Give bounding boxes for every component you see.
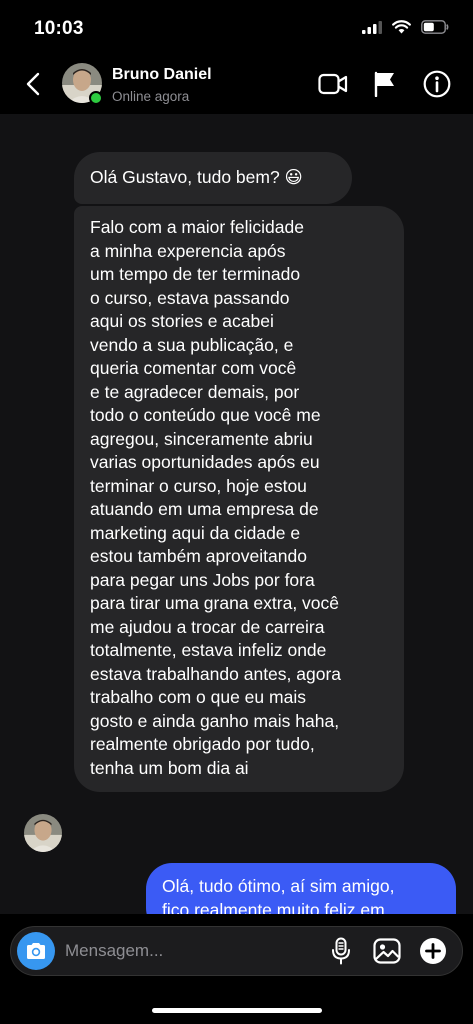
message-text: varias oportunidades após eu bbox=[90, 452, 320, 472]
contact-name[interactable]: Bruno Daniel bbox=[112, 66, 212, 84]
message-text: Falo com a maior felicidade bbox=[90, 217, 304, 237]
message-text: queria comentar com você bbox=[90, 358, 297, 378]
message-text: realmente obrigado por tudo, bbox=[90, 734, 315, 754]
message-composer bbox=[10, 926, 463, 976]
gallery-icon bbox=[373, 938, 401, 964]
chat-header: Bruno Daniel Online agora bbox=[0, 56, 473, 114]
message-text: aqui os stories e acabei bbox=[90, 311, 274, 331]
avatar-image bbox=[24, 814, 62, 852]
camera-icon bbox=[27, 943, 45, 959]
message-bubble-incoming[interactable]: Olá Gustavo, tudo bem? 😃 bbox=[74, 152, 352, 204]
status-bar: 10:03 bbox=[0, 0, 473, 56]
contact-status: Online agora bbox=[112, 89, 190, 104]
message-text: estava trabalhando antes, agora bbox=[90, 663, 342, 684]
flag-icon bbox=[374, 71, 394, 97]
message-text: me ajudou a trocar de carreira bbox=[90, 616, 325, 637]
chevron-left-icon bbox=[26, 72, 40, 96]
message-text: trabalho com o que eu mais bbox=[90, 687, 306, 707]
message-text: atuando em uma empresa de bbox=[90, 499, 319, 519]
info-button[interactable] bbox=[421, 68, 453, 100]
composer-actions bbox=[326, 936, 448, 966]
home-indicator[interactable] bbox=[152, 1008, 322, 1013]
message-text: tenha um bom dia ai bbox=[90, 757, 249, 778]
header-actions bbox=[317, 68, 453, 100]
microphone-icon bbox=[332, 937, 350, 965]
back-button[interactable] bbox=[18, 68, 48, 100]
voice-message-button[interactable] bbox=[326, 936, 356, 966]
message-input[interactable] bbox=[65, 939, 265, 963]
message-text: a minha experencia após bbox=[90, 240, 286, 261]
signal-icon bbox=[362, 20, 382, 34]
message-text: terminar o curso, hoje estou bbox=[90, 475, 307, 496]
plus-icon bbox=[420, 938, 446, 964]
message-text: estou também aproveitando bbox=[90, 546, 307, 566]
gallery-button[interactable] bbox=[372, 936, 402, 966]
message-text: todo o conteúdo que você me bbox=[90, 405, 321, 425]
wifi-icon bbox=[392, 20, 411, 34]
message-text: e te agradecer demais, por bbox=[90, 381, 300, 402]
sender-avatar[interactable] bbox=[24, 814, 62, 852]
message-text: vendo a sua publicação, e bbox=[90, 334, 294, 355]
message-text: gosto e ainda ganho mais haha, bbox=[90, 710, 340, 731]
message-text: totalmente, estava infeliz onde bbox=[90, 640, 327, 660]
status-time: 10:03 bbox=[34, 18, 84, 39]
message-text: para tirar uma grana extra, você bbox=[90, 593, 340, 613]
online-indicator bbox=[89, 91, 103, 105]
camera-button[interactable] bbox=[17, 932, 55, 970]
message-text: para pegar uns Jobs por fora bbox=[90, 569, 315, 590]
video-camera-icon bbox=[318, 73, 348, 95]
video-call-button[interactable] bbox=[317, 68, 349, 100]
message-text: agregou, sinceramente abriu bbox=[90, 428, 313, 449]
status-icons bbox=[362, 20, 449, 34]
battery-icon bbox=[421, 20, 449, 34]
message-text: um tempo de ter terminado bbox=[90, 264, 301, 284]
message-bubble-incoming[interactable]: Falo com a maior felicidade a minha expe… bbox=[74, 206, 404, 792]
report-button[interactable] bbox=[369, 68, 401, 100]
info-icon bbox=[423, 70, 451, 98]
message-text: Olá, tudo ótimo, aí sim amigo, bbox=[162, 876, 395, 896]
message-text: o curso, estava passando bbox=[90, 287, 290, 308]
message-text: Olá Gustavo, tudo bem? 😃 bbox=[90, 167, 303, 187]
message-thread[interactable]: Olá Gustavo, tudo bem? 😃 Falo com a maio… bbox=[0, 114, 473, 922]
more-options-button[interactable] bbox=[418, 936, 448, 966]
message-text: marketing aqui da cidade e bbox=[90, 522, 301, 543]
